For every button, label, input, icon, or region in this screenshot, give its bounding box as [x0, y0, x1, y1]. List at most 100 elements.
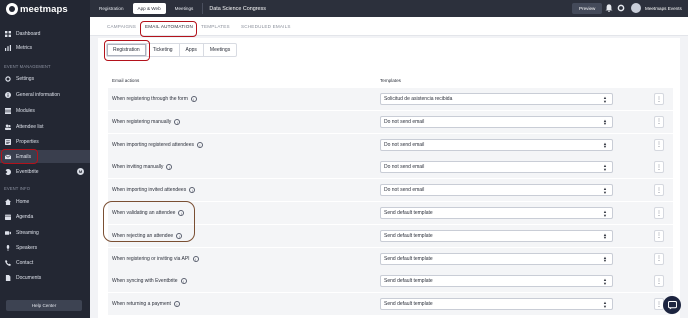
- sidebar-item-speakers[interactable]: Speakers: [0, 241, 90, 254]
- sidebar-item-label: General information: [16, 91, 60, 98]
- template-select[interactable]: Send default template ▲ ▼: [380, 298, 613, 311]
- sidebar-item-contact[interactable]: Contact: [0, 256, 90, 269]
- row-menu-button[interactable]: ⋮: [654, 93, 664, 105]
- gear-icon: [5, 75, 11, 82]
- template-select[interactable]: Send default template ▲ ▼: [380, 275, 613, 288]
- email-action-label: When inviting manually i: [112, 164, 173, 171]
- table-row: When registering or inviting via API i Sen…: [108, 247, 673, 270]
- row-menu-button[interactable]: ⋮: [654, 229, 664, 242]
- sidebar-item-label: Speakers: [16, 244, 38, 251]
- template-select-value: Do not send email: [384, 164, 425, 171]
- email-action-text: When syncing with Eventbrite: [112, 278, 178, 285]
- email-action-label: When validating an attendee i: [112, 210, 185, 216]
- row-menu-button[interactable]: ⋮: [654, 275, 664, 288]
- tab-campaigns[interactable]: CAMPAIGNS: [107, 24, 136, 29]
- info-icon[interactable]: i: [197, 141, 203, 148]
- select-arrows-icon: ▲ ▼: [603, 300, 607, 309]
- sidebar-item-label: Home: [16, 198, 30, 205]
- select-arrows-icon: ▲ ▼: [603, 277, 607, 286]
- sidebar-item-documents[interactable]: Documents: [0, 271, 90, 284]
- select-arrows-icon: ▲ ▼: [603, 163, 607, 172]
- table-row: When importing registered attendees i Do n…: [108, 133, 673, 156]
- contact-icon: [5, 259, 11, 266]
- subtab-ticketing[interactable]: Ticketing: [147, 44, 180, 56]
- info-icon[interactable]: i: [174, 118, 181, 125]
- sidebar-item-label: Metrics: [16, 44, 33, 51]
- preview-button[interactable]: Preview: [572, 3, 603, 14]
- bell-icon[interactable]: [605, 4, 613, 12]
- row-menu-button[interactable]: ⋮: [654, 115, 664, 128]
- email-action-text: When rejecting an attendee: [112, 232, 174, 239]
- top-bar: Registration App & Web Meetings Data Sci…: [90, 0, 688, 17]
- table-row: When registering manually i Do not send em…: [108, 110, 673, 133]
- template-select[interactable]: Do not send email ▲ ▼: [380, 184, 613, 197]
- topbar-tab-meetings[interactable]: Meetings: [170, 3, 199, 14]
- email-action-label: When returning a payment i: [112, 301, 180, 308]
- info-icon[interactable]: i: [189, 187, 196, 194]
- template-select-value: Do not send email: [384, 118, 425, 125]
- subtab-registration[interactable]: Registration: [107, 44, 147, 56]
- template-select[interactable]: Do not send email ▲ ▼: [380, 138, 613, 151]
- template-select[interactable]: Solicitud de asistencia recibida ▲ ▼: [380, 93, 613, 105]
- help-center-button[interactable]: Help Center: [6, 300, 82, 311]
- info-icon[interactable]: i: [190, 96, 197, 102]
- subtab-meetings[interactable]: Meetings: [204, 44, 236, 56]
- email-action-label: When importing invited attendees i: [112, 187, 196, 194]
- select-arrows-icon: ▲ ▼: [603, 209, 607, 218]
- email-action-text: When registering manually: [112, 118, 172, 125]
- info-icon[interactable]: i: [166, 164, 173, 171]
- sidebar-item-emails[interactable]: Emails: [0, 150, 90, 163]
- select-arrows-icon: ▲ ▼: [603, 95, 607, 104]
- logo-text: meetmaps: [20, 3, 68, 15]
- row-menu-button[interactable]: ⋮: [654, 252, 664, 265]
- sidebar-item-streaming[interactable]: Streaming: [0, 226, 90, 239]
- sidebar-item-home[interactable]: Home: [0, 195, 90, 208]
- row-menu-button[interactable]: ⋮: [654, 207, 664, 219]
- template-select[interactable]: Send default template ▲ ▼: [380, 229, 613, 242]
- sidebar-item-attendee-list[interactable]: Attendee list: [0, 120, 90, 133]
- tab-scheduled-emails[interactable]: SCHEDULED EMAILS: [241, 24, 291, 29]
- row-menu-button[interactable]: ⋮: [654, 161, 664, 174]
- sidebar-item-settings[interactable]: Settings: [0, 72, 90, 85]
- brand-logo[interactable]: meetmaps: [0, 0, 90, 18]
- sidebar-item-modules[interactable]: Modules: [0, 104, 90, 117]
- info-icon[interactable]: i: [173, 301, 180, 308]
- select-arrows-icon: ▲ ▼: [603, 254, 607, 264]
- column-header-email-actions: Email actions: [112, 78, 140, 83]
- sidebar-item-general-information[interactable]: General information: [0, 88, 90, 101]
- email-action-text: When inviting manually: [112, 164, 164, 171]
- chat-button[interactable]: [663, 296, 681, 314]
- table-row: When importing invited attendees i Do not …: [108, 179, 673, 202]
- template-select-value: Do not send email: [384, 141, 425, 148]
- email-action-label: When importing registered attendees i: [112, 141, 203, 148]
- sidebar-item-agenda[interactable]: Agenda: [0, 210, 90, 223]
- subtab-apps[interactable]: Apps: [180, 44, 204, 56]
- template-select[interactable]: Send default template ▲ ▼: [380, 207, 613, 219]
- sidebar-item-properties[interactable]: Properties: [0, 135, 90, 148]
- user-name[interactable]: Meetmaps Events: [645, 6, 682, 11]
- sidebar-item-eventbrite[interactable]: Eventbrite M: [0, 165, 90, 178]
- row-menu-button[interactable]: ⋮: [654, 184, 664, 197]
- info-icon[interactable]: i: [178, 210, 185, 216]
- info-icon: [5, 91, 11, 98]
- template-select[interactable]: Do not send email ▲ ▼: [380, 115, 613, 128]
- topbar-divider: [202, 3, 204, 14]
- tab-email-automation[interactable]: EMAIL AUTOMATION: [145, 24, 193, 29]
- avatar[interactable]: [631, 3, 641, 13]
- info-icon[interactable]: i: [180, 278, 187, 285]
- topbar-tab-registration[interactable]: Registration: [94, 3, 129, 14]
- template-select[interactable]: Send default template ▲ ▼: [380, 252, 613, 265]
- sidebar-item-metrics[interactable]: Metrics: [0, 41, 90, 54]
- settings-icon[interactable]: [617, 4, 625, 12]
- info-icon[interactable]: i: [192, 255, 199, 262]
- sub-tabs: Registration Ticketing Apps Meetings: [106, 43, 238, 57]
- section-tabs: CAMPAIGNS EMAIL AUTOMATION TEMPLATES SCH…: [90, 17, 688, 36]
- eventbrite-icon: [5, 168, 11, 175]
- tab-templates[interactable]: TEMPLATES: [201, 24, 230, 29]
- calendar-icon: [5, 214, 11, 220]
- sidebar-item-dashboard[interactable]: Dashboard: [0, 27, 90, 40]
- info-icon[interactable]: i: [176, 232, 183, 239]
- row-menu-button[interactable]: ⋮: [654, 138, 664, 151]
- topbar-tab-app-web[interactable]: App & Web: [132, 3, 166, 14]
- template-select[interactable]: Do not send email ▲ ▼: [380, 161, 613, 174]
